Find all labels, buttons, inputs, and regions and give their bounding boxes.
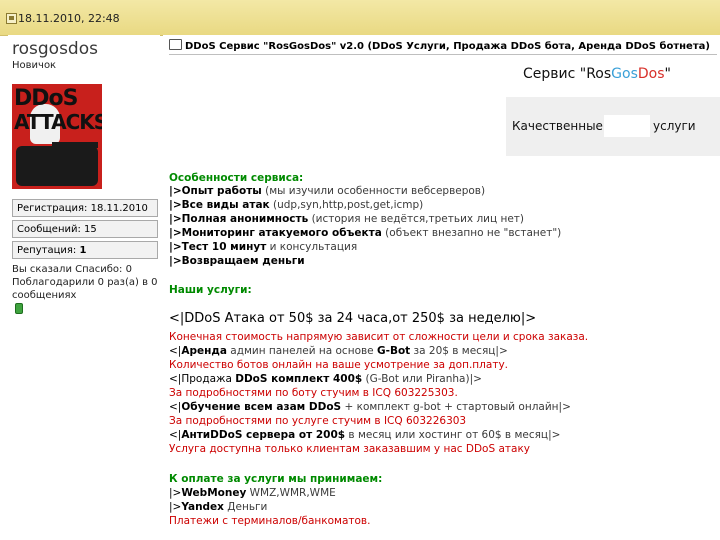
banner-dos: Dos [637, 66, 665, 82]
features-title: Особенности сервиса: [169, 172, 304, 184]
reputation-label: Репутация: [17, 245, 77, 256]
service-note-price: Конечная стоимость напрямую зависит от с… [169, 331, 589, 343]
service-rent-gbot: G-Bot [376, 345, 411, 357]
post-body: DDoS Сервис "RosGosDos" v2.0 (DDoS Услуг… [163, 35, 720, 540]
post-date: 18.11.2010, 22:48 [18, 12, 120, 25]
feature-3-text: (история не ведётся,третьих лиц нет) [308, 213, 525, 225]
banner2-gap [604, 115, 650, 137]
payment-webmoney: |>WebMoney WMZ,WMR,WME [169, 487, 336, 499]
feature-5: |>Тест 10 минут и консультация [169, 241, 357, 253]
service-sale-bold: DDoS комплект 400$ [235, 373, 363, 385]
service-training-open: <| [169, 401, 182, 413]
title-divider [169, 54, 717, 55]
avatar-tank [16, 146, 98, 186]
payment-yandex-bold: Yandex [181, 501, 224, 513]
service-rent-text: админ панелей на основе [226, 345, 377, 357]
feature-1: |>Опыт работы (мы изучили особенности ве… [169, 185, 485, 197]
payment-yandex-text: Деньги [223, 501, 268, 513]
payment-webmoney-text: WMZ,WMR,WME [246, 487, 336, 499]
service-antiddos: <|АнтиDDoS сервера от 200$ в месяц или х… [169, 429, 560, 441]
reputation-bar-icon [15, 303, 23, 314]
payment-webmoney-open: |> [169, 487, 182, 499]
services-title: Наши услуги: [169, 284, 252, 296]
post-count: Сообщений: 15 [12, 220, 158, 238]
feature-5-bold: |>Тест 10 минут [169, 241, 267, 253]
banner-pre: Сервис "Ros [523, 66, 612, 82]
service-rent-open: <| [169, 345, 182, 357]
service-note-icq-training: За подробностями по услуге стучим в ICQ … [169, 415, 467, 427]
service-training: <|Обучение всем азам DDoS + комплект g-b… [169, 401, 571, 413]
user-info-panel: rosgosdos Новичок DDoS ATTACKS Регистрац… [8, 35, 160, 540]
feature-1-bold: |>Опыт работы [169, 185, 262, 197]
service-sale-open: <|Продажа [169, 373, 236, 385]
banner2-text-a: Качественные [512, 119, 603, 133]
post-header-bar: 18.11.2010, 22:48 [0, 0, 720, 36]
feature-3-bold: |>Полная анонимность [169, 213, 309, 225]
thumbs-up-icon [169, 39, 182, 50]
feature-4-text: (объект внезапно не "встанет") [381, 227, 562, 239]
payment-title: К оплате за услуги мы принимаем: [169, 473, 383, 485]
service-note-bots: Количество ботов онлайн на ваше усмотрен… [169, 359, 508, 371]
service-sale-text: (G-Bot или Piranha)|> [362, 373, 482, 385]
feature-5-text: и консультация [266, 241, 358, 253]
service-banner: Сервис "RosGosDos" [523, 66, 671, 82]
banner-post: " [664, 66, 671, 82]
post-icon[interactable] [6, 13, 17, 24]
feature-2: |>Все виды атак (udp,syn,http,post,get,i… [169, 199, 423, 211]
thanks-received: Поблагодарили 0 раз(а) в 0 [12, 277, 158, 288]
avatar-text-bottom: ATTACKS [14, 110, 102, 134]
service-antiddos-text: в месяц или хостинг от 60$ в месяц|> [345, 429, 561, 441]
service-antiddos-open: <| [169, 429, 182, 441]
reputation: Репутация: 1 [12, 241, 158, 259]
avatar: DDoS ATTACKS [12, 84, 102, 189]
banner-gos: Gos [611, 66, 638, 82]
quality-banner: Качественные услуги [506, 97, 720, 156]
thanks-given: Вы сказали Спасибо: 0 [12, 264, 132, 275]
post-title: DDoS Сервис "RosGosDos" v2.0 (DDoS Услуг… [169, 39, 710, 52]
payment-yandex: |>Yandex Деньги [169, 501, 267, 513]
feature-2-text: (udp,syn,http,post,get,icmp) [269, 199, 424, 211]
feature-2-bold: |>Все виды атак [169, 199, 270, 211]
banner2-text-b: услуги [653, 119, 696, 133]
service-note-clients: Услуга доступна только клиентам заказавш… [169, 443, 531, 455]
service-training-text: + комплект g-bot + стартовый онлайн|> [341, 401, 571, 413]
service-sale: <|Продажа DDoS комплект 400$ (G-Bot или … [169, 373, 482, 385]
reputation-value: 1 [79, 245, 87, 256]
thanks-received-posts: сообщениях [12, 290, 77, 301]
service-rent-bold: Аренда [181, 345, 227, 357]
registration-date: Регистрация: 18.11.2010 [12, 199, 158, 217]
feature-4-bold: |>Мониторинг атакуемого объекта [169, 227, 382, 239]
feature-6-bold: |>Возвращаем деньги [169, 255, 305, 267]
feature-4: |>Мониторинг атакуемого объекта (объект … [169, 227, 561, 239]
service-rent: <|Аренда админ панелей на основе G-Bot з… [169, 345, 508, 357]
payment-webmoney-bold: WebMoney [181, 487, 247, 499]
post-title-text: DDoS Сервис "RosGosDos" v2.0 (DDoS Услуг… [185, 41, 710, 52]
user-title: Новичок [12, 60, 57, 71]
service-note-icq-bot: За подробностями по боту стучим в ICQ 60… [169, 387, 458, 399]
service-rent-price: за 20$ в месяц|> [410, 345, 508, 357]
username-link[interactable]: rosgosdos [12, 39, 98, 59]
payment-yandex-open: |> [169, 501, 182, 513]
avatar-text-top: DDoS [14, 86, 78, 111]
feature-6: |>Возвращаем деньги [169, 255, 305, 267]
feature-3: |>Полная анонимность (история не ведётся… [169, 213, 524, 225]
service-antiddos-bold: АнтиDDoS сервера от 200$ [181, 429, 346, 441]
service-training-bold: Обучение всем азам DDoS [181, 401, 342, 413]
service-ddos-attack: <|DDoS Атака от 50$ за 24 часа,от 250$ з… [169, 311, 537, 326]
feature-1-text: (мы изучили особенности вебсерверов) [261, 185, 486, 197]
payment-terminals: Платежи с терминалов/банкоматов. [169, 515, 371, 527]
thanks-info: Вы сказали Спасибо: 0 Поблагодарили 0 ра… [12, 263, 158, 302]
